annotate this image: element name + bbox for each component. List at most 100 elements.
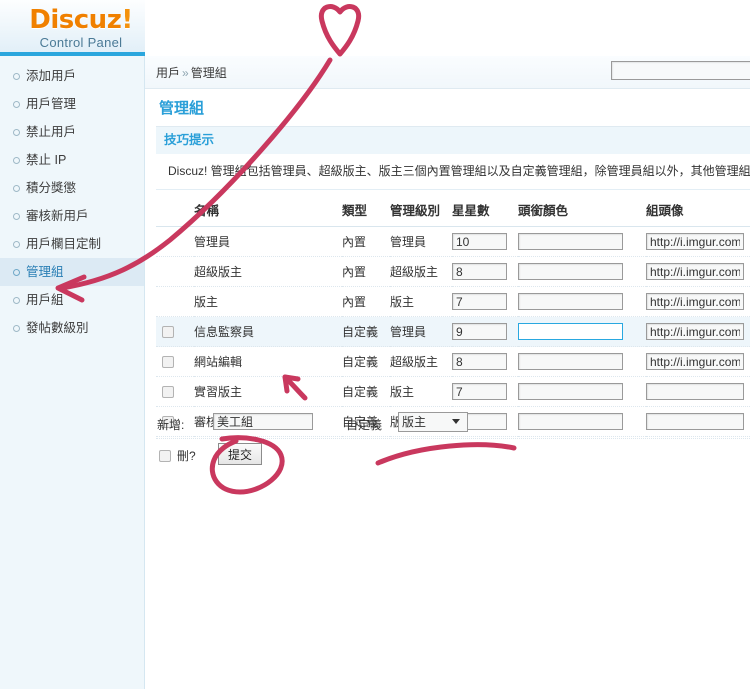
stars-input[interactable]	[452, 353, 507, 370]
column-header-check	[156, 196, 194, 227]
sidebar-item-label: 積分獎懲	[26, 181, 77, 195]
group-avatar-input[interactable]	[646, 263, 744, 280]
row-stars-cell	[452, 316, 518, 347]
app-logo[interactable]: Discuz! Control Panel	[20, 6, 142, 50]
row-group-level: 超級版主	[390, 346, 452, 377]
sidebar-item-label: 添加用戶	[26, 69, 77, 83]
group-avatar-input[interactable]	[646, 233, 744, 250]
title-color-input[interactable]	[518, 233, 623, 250]
tip-box: 技巧提示 Discuz! 管理組包括管理員、超級版主、版主三個內置管理組以及自定…	[156, 126, 750, 190]
stars-input[interactable]	[452, 323, 507, 340]
row-group-type: 內置	[342, 226, 390, 257]
stars-input[interactable]	[452, 293, 507, 310]
row-avatar-cell	[646, 376, 750, 407]
row-group-level: 版主	[390, 286, 452, 317]
row-select-checkbox[interactable]	[162, 356, 174, 369]
column-header-level: 管理級別	[390, 196, 452, 227]
bullet-icon	[13, 241, 20, 248]
sidebar-item-add-user[interactable]: 添加用戶	[0, 62, 144, 90]
title-color-input[interactable]	[518, 323, 623, 340]
group-avatar-input[interactable]	[646, 293, 744, 310]
row-stars-cell	[452, 376, 518, 407]
sidebar-item-ban-user[interactable]: 禁止用戶	[0, 118, 144, 146]
sidebar-item-label: 用戶管理	[26, 97, 77, 111]
group-avatar-input[interactable]	[646, 323, 744, 340]
table-row: 超級版主 內置 超級版主	[156, 256, 750, 287]
sidebar-item-ban-ip[interactable]: 禁止 IP	[0, 146, 144, 174]
row-color-cell	[518, 286, 646, 317]
row-group-name: 版主	[194, 286, 342, 317]
stars-input[interactable]	[452, 383, 507, 400]
table-row: 版主 內置 版主	[156, 286, 750, 317]
admin-groups-table: 名稱 類型 管理級別 星星數 頭銜顏色 組頭像 管理員內置管理員超級版主內置超級…	[156, 196, 750, 437]
sidebar-item-user-manage[interactable]: 用戶管理	[0, 90, 144, 118]
table-row: 管理員 內置 管理員	[156, 226, 750, 257]
row-check-cell	[156, 346, 194, 377]
bullet-icon	[13, 101, 20, 108]
row-group-level: 管理員	[390, 226, 452, 257]
row-avatar-cell	[646, 256, 750, 287]
row-group-type: 自定義	[342, 316, 390, 347]
table-body: 管理員內置管理員超級版主內置超級版主版主內置版主信息監察員自定義管理員網站編輯自…	[156, 226, 750, 437]
table-header-row: 名稱 類型 管理級別 星星數 頭銜顏色 組頭像	[156, 196, 750, 227]
bullet-icon	[13, 157, 20, 164]
sidebar-item-admin-groups[interactable]: 管理組	[0, 258, 144, 286]
stars-input[interactable]	[452, 263, 507, 280]
row-check-cell	[156, 376, 194, 407]
row-color-cell	[518, 376, 646, 407]
row-color-cell	[518, 256, 646, 287]
new-group-type-text: 自定義	[346, 418, 383, 432]
breadcrumb-root[interactable]: 用戶	[156, 66, 180, 80]
row-group-name: 超級版主	[194, 256, 342, 287]
row-select-checkbox[interactable]	[162, 386, 174, 399]
row-avatar-cell	[646, 346, 750, 377]
submit-button[interactable]: 提交	[218, 443, 262, 465]
sidebar-item-credits[interactable]: 積分獎懲	[0, 174, 144, 202]
row-avatar-cell	[646, 226, 750, 257]
sidebar-item-verify-new-users[interactable]: 審核新用戶	[0, 202, 144, 230]
row-group-level: 超級版主	[390, 256, 452, 287]
group-avatar-input[interactable]	[646, 353, 744, 370]
new-group-level-select[interactable]: 管理員超級版主版主	[398, 412, 468, 432]
row-color-cell	[518, 316, 646, 347]
bullet-icon	[13, 269, 20, 276]
row-color-cell	[518, 346, 646, 377]
sidebar: 添加用戶 用戶管理 禁止用戶 禁止 IP 積分獎懲 審核新用戶 用戶欄目定制 管…	[0, 56, 145, 689]
brand-exclamation: !	[121, 5, 133, 35]
table-row: 實習版主 自定義 版主	[156, 376, 750, 407]
stars-input[interactable]	[452, 233, 507, 250]
brand-subtitle: Control Panel	[39, 35, 123, 50]
row-group-type: 內置	[342, 256, 390, 287]
row-group-type: 自定義	[342, 346, 390, 377]
breadcrumb-current: 管理組	[190, 66, 227, 80]
row-stars-cell	[452, 346, 518, 377]
submit-row: 刪? 提交	[156, 443, 750, 471]
row-select-checkbox[interactable]	[162, 326, 174, 339]
row-avatar-cell	[646, 316, 750, 347]
title-color-input[interactable]	[518, 383, 623, 400]
main-content: 用戶» 管理組 管理組 技巧提示 Discuz! 管理組包括管理員、超級版主、版主…	[145, 0, 750, 689]
delete-checkbox[interactable]	[159, 450, 171, 462]
sidebar-item-user-groups[interactable]: 用戶組	[0, 286, 144, 314]
bullet-icon	[13, 129, 20, 136]
row-check-cell	[156, 256, 194, 287]
row-color-cell	[518, 226, 646, 257]
row-group-name: 管理員	[194, 226, 342, 257]
title-color-input[interactable]	[518, 293, 623, 310]
bullet-icon	[13, 73, 20, 80]
title-color-input[interactable]	[518, 353, 623, 370]
new-group-name-input[interactable]	[213, 413, 313, 430]
sidebar-item-label: 發帖數級別	[26, 321, 89, 335]
row-group-name: 信息監察員	[194, 316, 342, 347]
title-color-input[interactable]	[518, 263, 623, 280]
sidebar-item-post-levels[interactable]: 發帖數級別	[0, 314, 144, 342]
sidebar-item-user-fields[interactable]: 用戶欄目定制	[0, 230, 144, 258]
group-avatar-input[interactable]	[646, 383, 744, 400]
row-check-cell	[156, 226, 194, 257]
column-header-type: 類型	[342, 196, 390, 227]
search-input[interactable]	[611, 61, 750, 80]
bullet-icon	[13, 297, 20, 304]
column-header-name: 名稱	[194, 196, 342, 227]
bullet-icon	[13, 185, 20, 192]
breadcrumb-separator: »	[182, 66, 189, 80]
